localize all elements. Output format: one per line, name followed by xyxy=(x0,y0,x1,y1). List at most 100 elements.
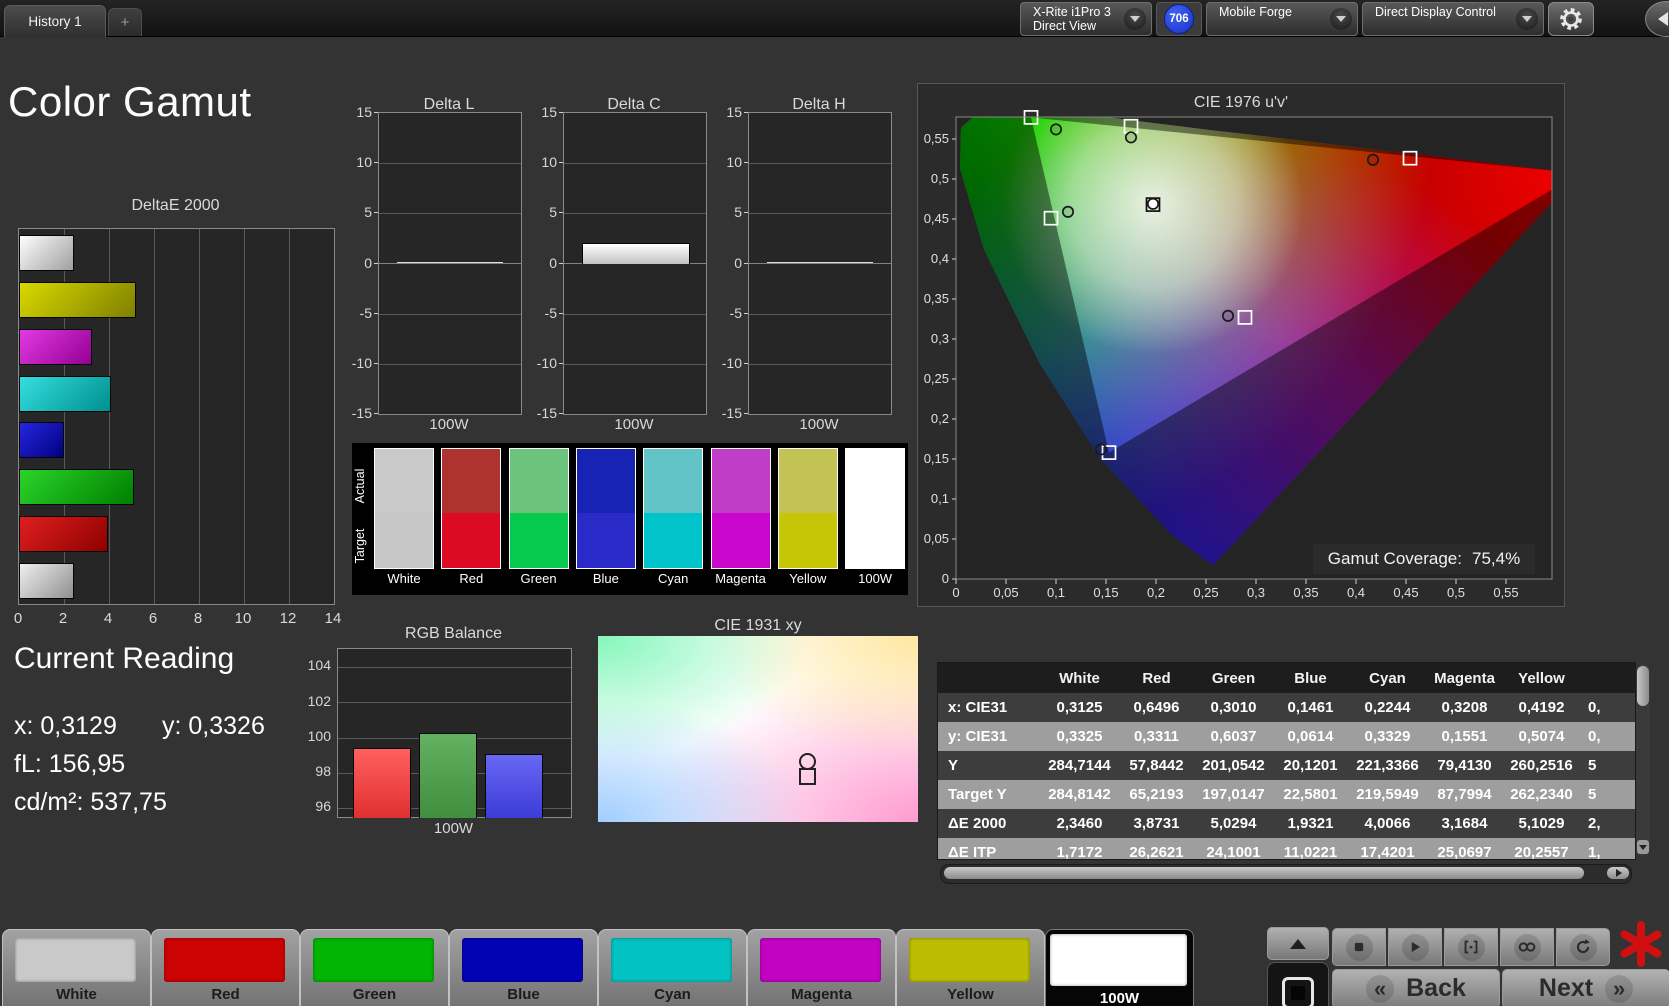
table-cell-clipped: 5 xyxy=(1588,786,1597,803)
table-row: Y 284,7144 57,8442 201,0542 20,1201 221,3366 7… xyxy=(938,751,1635,780)
bar-gray xyxy=(19,563,74,599)
pattern-button-magenta[interactable]: Magenta xyxy=(747,929,896,1006)
table-cell-clipped: 1, xyxy=(1588,844,1601,860)
pattern-button-red[interactable]: Red xyxy=(151,929,300,1006)
cie1931-actual-marker xyxy=(798,752,816,770)
svg-text:0: 0 xyxy=(952,585,959,600)
table-header-cell: Red xyxy=(1142,669,1171,687)
tab-history-1[interactable]: History 1 xyxy=(4,5,106,37)
y-tick-label: 98 xyxy=(315,763,331,780)
table-cell: 1,9321 xyxy=(1287,815,1334,832)
stop-button[interactable] xyxy=(1332,928,1386,966)
target-swatch xyxy=(508,513,569,569)
swatch-column-green xyxy=(508,448,569,569)
stop-icon xyxy=(1354,942,1364,952)
next-button[interactable]: Next » xyxy=(1502,969,1669,1006)
meter-badge: 706 xyxy=(1164,4,1194,34)
y-tick-label: 96 xyxy=(315,798,331,815)
tick-mark xyxy=(374,262,378,264)
display-control-dropdown[interactable]: Direct Display Control xyxy=(1362,2,1544,36)
back-button[interactable]: « Back xyxy=(1332,969,1500,1006)
step-measure-icon xyxy=(1464,940,1478,954)
table-horizontal-scrollbar[interactable] xyxy=(940,864,1632,884)
cie1931-target-marker xyxy=(798,768,816,786)
gear-icon xyxy=(1560,8,1582,30)
pattern-button-cyan[interactable]: Cyan xyxy=(598,929,747,1006)
swatch-column-yellow xyxy=(777,448,838,569)
tick-mark xyxy=(374,212,378,214)
target-swatch xyxy=(643,513,704,569)
table-cell: 87,7994 xyxy=(1437,786,1492,803)
reading-cd: cd/m²: 537,75 xyxy=(14,788,167,816)
table-row: ΔE 2000 2,3460 3,8731 5,0294 1,9321 4,0066 3,1… xyxy=(938,809,1635,838)
pattern-button-green[interactable]: Green xyxy=(300,929,449,1006)
swatch-label: Green xyxy=(520,571,557,586)
svg-text:0,45: 0,45 xyxy=(1393,585,1418,600)
cie1976-panel: CIE 1976 u'v' 0 0,05 0,1 0,15 0,2 0,25 0,3 0,35… xyxy=(917,83,1565,607)
table-row: x: CIE31 0,3125 0,6496 0,3010 0,1461 0,2244 0,… xyxy=(938,693,1635,722)
table-cell: 262,2340 xyxy=(1510,786,1573,803)
collapse-panel-button[interactable] xyxy=(1645,1,1669,37)
row-label: ΔE 2000 xyxy=(948,815,1007,832)
table-header-cell: Green xyxy=(1211,669,1256,687)
actual-swatch xyxy=(575,448,636,513)
table-cell: 0,3125 xyxy=(1056,699,1103,716)
pattern-swatch xyxy=(15,938,136,982)
continuous-measure-button[interactable] xyxy=(1500,928,1554,966)
scroll-down-button[interactable] xyxy=(1637,840,1649,854)
y-tick-label: 10 xyxy=(356,154,372,171)
gamut-coverage-value: 75,4% xyxy=(1471,549,1521,568)
y-tick-label: 10 xyxy=(541,154,557,171)
swatch-label: Cyan xyxy=(658,571,689,586)
pattern-button-white[interactable]: White xyxy=(2,929,151,1006)
pattern-label: Magenta xyxy=(791,986,852,1003)
table-cell: 197,0147 xyxy=(1202,786,1265,803)
table-cell-clipped: 2, xyxy=(1588,815,1601,832)
table-cell-clipped: 0, xyxy=(1588,728,1601,745)
pattern-window-up-button[interactable] xyxy=(1267,927,1329,960)
pattern-button-100w[interactable]: 100W xyxy=(1045,929,1194,1006)
deltae2000-title: DeltaE 2000 xyxy=(131,197,220,214)
cie1976-diagram: 0 0,05 0,1 0,15 0,2 0,25 0,3 0,35 0,4 0,45 0,5 0,55… xyxy=(924,110,1553,600)
vertical-scroll-thumb[interactable] xyxy=(1637,666,1649,706)
table-cell: 20,1201 xyxy=(1283,757,1338,774)
table-header-cell: White xyxy=(1059,669,1100,687)
table-vertical-scrollbar[interactable] xyxy=(1636,664,1650,856)
svg-text:0,25: 0,25 xyxy=(924,371,949,386)
table-cell: 5,0294 xyxy=(1210,815,1257,832)
pattern-label: 100W xyxy=(1099,990,1140,1006)
window-pattern-icon xyxy=(1282,977,1314,1006)
add-tab-button[interactable]: + xyxy=(108,8,142,36)
meter-dropdown[interactable]: X-Rite i1Pro 3 Direct View xyxy=(1020,2,1152,36)
table-cell: 0,6037 xyxy=(1210,728,1257,745)
chevron-down-icon xyxy=(1516,8,1538,30)
table-cell: 20,2557 xyxy=(1514,844,1569,860)
source-dropdown[interactable]: Mobile Forge xyxy=(1206,2,1358,36)
top-bar: History 1 + X-Rite i1Pro 3 Direct View 7… xyxy=(0,0,1669,37)
settings-button[interactable] xyxy=(1548,2,1594,36)
scroll-right-button[interactable] xyxy=(1607,867,1629,879)
pattern-swatch xyxy=(909,938,1030,982)
red-actual-marker xyxy=(1366,153,1380,166)
swatch-strip: Actual Target White Red Green Blue Cyan Magenta… xyxy=(352,443,908,595)
pattern-button-blue[interactable]: Blue xyxy=(449,929,598,1006)
gridline xyxy=(564,163,706,164)
delta-chart-plot xyxy=(748,112,892,415)
tick-mark xyxy=(374,413,378,415)
tick-mark xyxy=(744,212,748,214)
table-cell: 2,3460 xyxy=(1056,815,1103,832)
pattern-swatch xyxy=(164,938,285,982)
svg-text:0: 0 xyxy=(942,571,949,586)
meter-status-stripe xyxy=(1023,5,1027,33)
gridline xyxy=(379,364,521,365)
pattern-button-yellow[interactable]: Yellow xyxy=(896,929,1045,1006)
pattern-window-button[interactable] xyxy=(1267,962,1329,1006)
play-button[interactable] xyxy=(1388,928,1442,966)
horizontal-scroll-thumb[interactable] xyxy=(944,867,1584,879)
chevron-down-icon xyxy=(1330,8,1352,30)
step-measure-button[interactable] xyxy=(1444,928,1498,966)
table-cell: 11,0221 xyxy=(1283,844,1338,860)
loop-measure-button[interactable] xyxy=(1556,928,1610,966)
x-tick-label: 2 xyxy=(58,610,68,627)
delta-chart-xlabel: 100W xyxy=(429,416,469,433)
